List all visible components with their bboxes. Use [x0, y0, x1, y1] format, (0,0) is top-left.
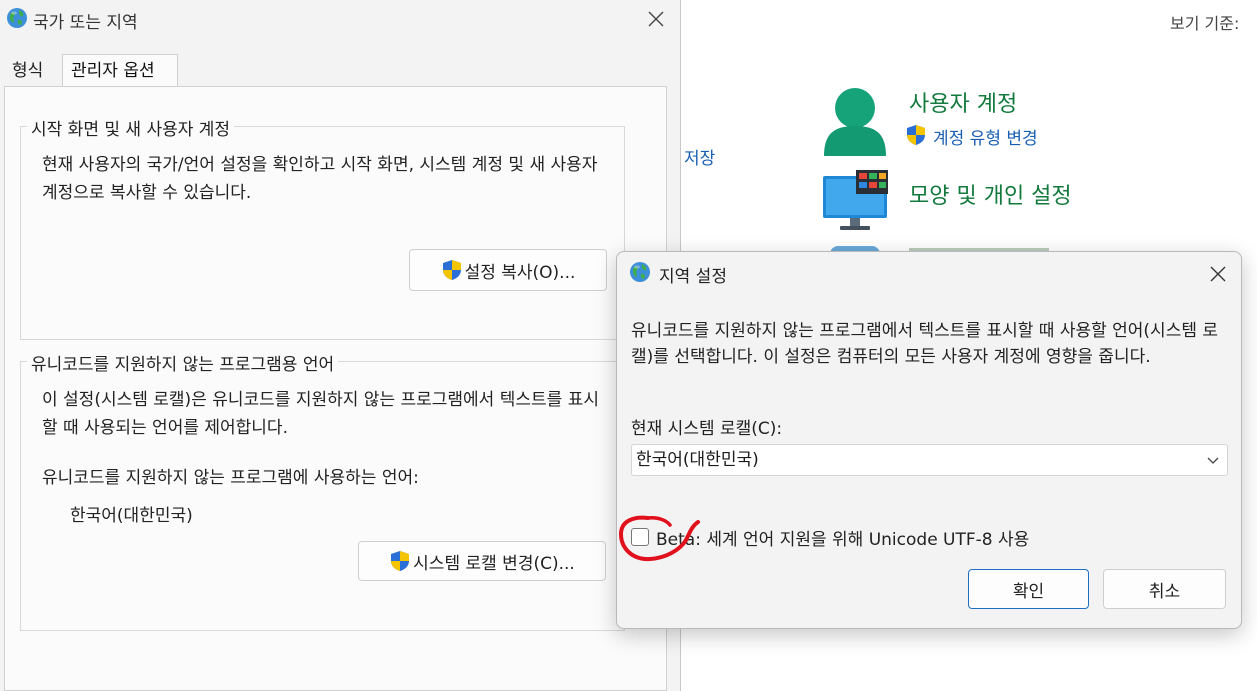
current-system-locale-label: 현재 시스템 로캘(C):	[631, 419, 783, 439]
change-account-type-link[interactable]: 계정 유형 변경	[933, 124, 1038, 149]
non-unicode-group-label: 유니코드를 지원하지 않는 프로그램용 언어	[27, 350, 339, 375]
copy-settings-button[interactable]: 설정 복사(O)...	[409, 249, 607, 291]
copy-settings-label: 설정 복사(O)...	[464, 262, 576, 283]
current-language-value: 한국어(대한민국)	[70, 506, 193, 526]
user-accounts-title[interactable]: 사용자 계정	[909, 86, 1017, 118]
welcome-screen-description: 현재 사용자의 국가/언어 설정을 확인하고 시작 화면, 시스템 계정 및 새…	[42, 155, 598, 203]
administrative-tab-panel: 시작 화면 및 새 사용자 계정 현재 사용자의 국가/언어 설정을 확인하고 …	[4, 86, 667, 691]
globe-icon	[7, 8, 27, 28]
view-by-label: 보기 기준:	[1170, 14, 1240, 33]
cancel-button[interactable]: 취소	[1103, 569, 1226, 609]
change-system-locale-button[interactable]: 시스템 로캘 변경(C)...	[358, 541, 606, 581]
system-locale-select-value: 한국어(대한민국)	[636, 450, 759, 470]
system-locale-description: 유니코드를 지원하지 않는 프로그램에서 텍스트를 표시할 때 사용할 언어(시…	[631, 321, 1219, 367]
close-icon[interactable]	[647, 10, 665, 28]
non-unicode-description: 이 설정(시스템 로캘)은 유니코드를 지원하지 않는 프로그램에서 텍스트를 …	[42, 390, 599, 438]
shield-icon	[391, 551, 410, 571]
shield-icon	[907, 125, 925, 145]
save-link[interactable]: 저장	[684, 144, 715, 169]
utf8-beta-checkbox[interactable]	[631, 528, 649, 546]
utf8-beta-label[interactable]: Beta: 세계 언어 지원을 위해 Unicode UTF-8 사용	[656, 525, 1029, 550]
globe-icon	[630, 262, 650, 282]
system-locale-select[interactable]: 한국어(대한민국)	[631, 444, 1228, 476]
region-settings-title: 지역 설정	[659, 267, 727, 287]
change-system-locale-label: 시스템 로캘 변경(C)...	[413, 553, 575, 574]
current-language-label: 유니코드를 지원하지 않는 프로그램에 사용하는 언어:	[42, 468, 419, 488]
user-accounts-icon[interactable]	[822, 86, 888, 158]
non-unicode-group: 유니코드를 지원하지 않는 프로그램용 언어 이 설정(시스템 로캘)은 유니코…	[20, 350, 625, 631]
ok-button[interactable]: 확인	[968, 569, 1089, 609]
monitor-icon[interactable]	[822, 170, 890, 234]
tab-administrative[interactable]: 관리자 옵션	[62, 54, 178, 86]
welcome-screen-group-label: 시작 화면 및 새 사용자 계정	[27, 115, 235, 140]
close-icon[interactable]	[1209, 265, 1227, 283]
chevron-down-icon	[1207, 457, 1219, 464]
region-dialog-title: 국가 또는 지역	[33, 13, 138, 33]
shield-icon	[442, 260, 461, 280]
welcome-screen-group: 시작 화면 및 새 사용자 계정 현재 사용자의 국가/언어 설정을 확인하고 …	[20, 115, 625, 340]
region-dialog: 국가 또는 지역 형식 관리자 옵션 시작 화면 및 새 사용자 계정 현재 사…	[0, 0, 681, 691]
tab-formats[interactable]: 형식	[4, 58, 60, 86]
region-settings-dialog: 지역 설정 유니코드를 지원하지 않는 프로그램에서 텍스트를 표시할 때 사용…	[616, 251, 1242, 629]
appearance-title[interactable]: 모양 및 개인 설정	[909, 178, 1072, 210]
